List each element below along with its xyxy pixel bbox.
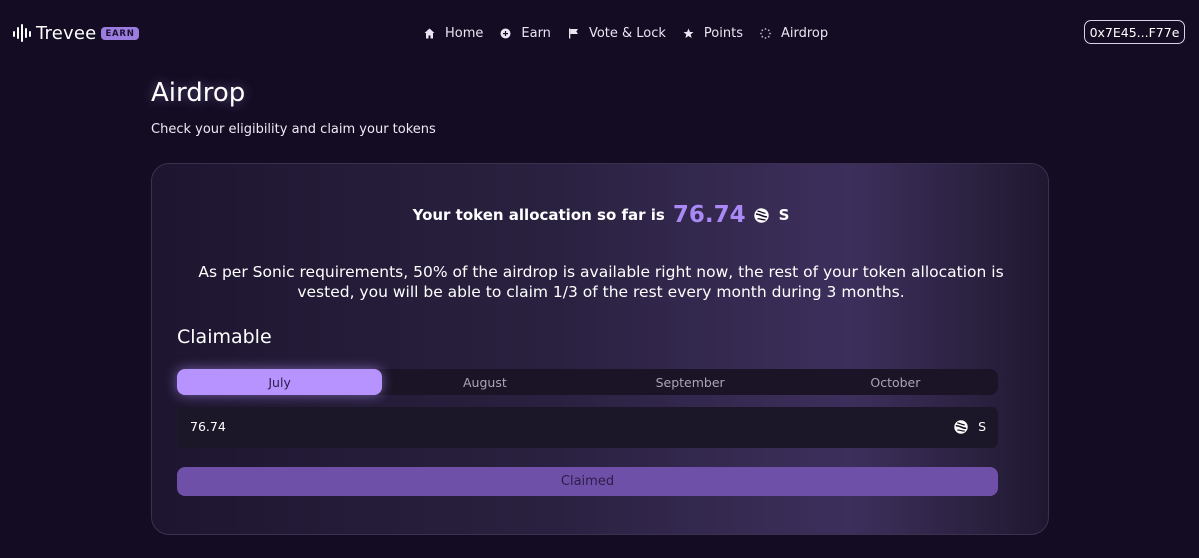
claimable-title: Claimable [177,326,272,348]
allocation-line: Your token allocation so far is 76.74 S [152,202,1048,228]
sound-wave-logo-icon [13,24,31,42]
sonic-token-icon [753,207,769,223]
nav-label-airdrop: Airdrop [780,25,829,41]
top-header: Trevee EARN Home Earn Vote & Lock Points… [0,0,1199,66]
nav-item-earn[interactable]: Earn [500,26,551,41]
nav-label-earn: Earn [521,25,551,41]
claimable-amount: 76.74 [190,419,226,434]
tab-october[interactable]: October [793,369,998,395]
nav-item-points[interactable]: Points [683,26,743,41]
tab-september[interactable]: September [588,369,793,395]
tab-july[interactable]: July [177,369,383,395]
nav-label-points: Points [703,25,743,41]
claimed-button[interactable]: Claimed [177,467,998,496]
nav-item-home[interactable]: Home [424,26,483,41]
earn-icon [500,28,511,38]
vesting-description: As per Sonic requirements, 50% of the ai… [198,263,1004,301]
amount-unit: S [978,419,986,434]
month-tabs: July August September October [177,369,998,395]
flag-icon [568,28,578,38]
allocation-text: Your token allocation so far is [412,206,665,224]
earn-badge: EARN [101,26,139,40]
wallet-address-button[interactable]: 0x7E45...F77e [1084,20,1185,44]
page-title: Airdrop [151,78,246,108]
nav-label-vote-lock: Vote & Lock [588,25,666,41]
star-icon [683,28,694,38]
main-nav: Home Earn Vote & Lock Points Airdrop [424,22,845,44]
tab-august[interactable]: August [382,369,587,395]
home-icon [424,28,435,38]
page-subtitle: Check your eligibility and claim your to… [151,122,436,137]
airdrop-icon [760,27,771,39]
nav-label-home: Home [445,25,484,41]
airdrop-card: Your token allocation so far is 76.74 S … [151,163,1049,535]
logo-text: Trevee [36,22,97,44]
claimable-amount-row: 76.74 S [177,407,998,448]
sonic-token-icon [954,419,968,434]
nav-item-airdrop[interactable]: Airdrop [760,26,828,41]
nav-item-vote-lock[interactable]: Vote & Lock [568,26,666,41]
allocation-unit: S [778,206,790,224]
amount-unit-group: S [954,419,986,434]
allocation-value: 76.74 [672,202,746,228]
logo[interactable]: Trevee EARN [13,20,139,46]
